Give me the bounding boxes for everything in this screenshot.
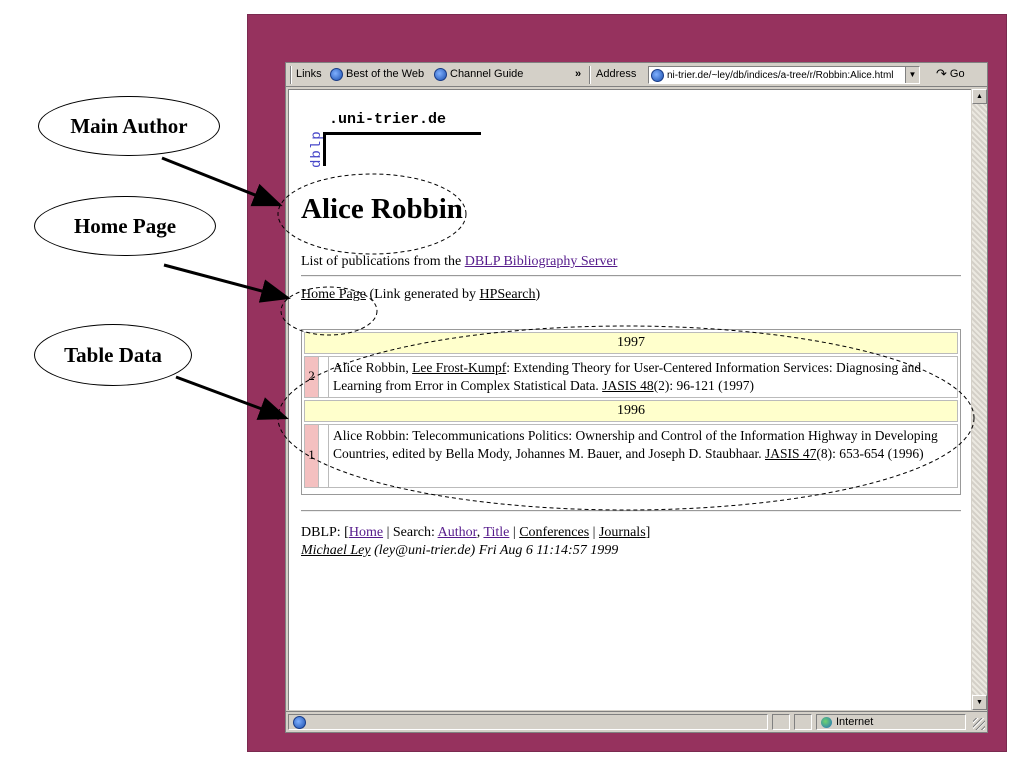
address-label: Address bbox=[596, 68, 637, 80]
publications-table: 1997 2 Alice Robbin, Lee Frost-Kumpf: Ex… bbox=[301, 329, 961, 495]
footer-maintainer: Michael Ley (ley@uni-trier.de) Fri Aug 6… bbox=[301, 543, 619, 558]
logo-horizontal-bar bbox=[323, 132, 481, 135]
logo-vertical-bar bbox=[323, 132, 326, 166]
best-of-web-link[interactable]: Best of the Web bbox=[330, 67, 424, 81]
footer-journals-link[interactable]: Journals bbox=[599, 525, 646, 540]
hpsearch-link[interactable]: HPSearch bbox=[479, 287, 535, 302]
status-pane bbox=[794, 714, 812, 730]
links-address-toolbar: Links Best of the Web Channel Guide » Ad… bbox=[286, 63, 987, 87]
footer-conferences-link[interactable]: Conferences bbox=[519, 525, 589, 540]
publication-list-intro: List of publications from the DBLP Bibli… bbox=[301, 254, 617, 270]
table-row: 2 Alice Robbin, Lee Frost-Kumpf: Extendi… bbox=[304, 356, 958, 398]
year-header-1997: 1997 bbox=[304, 332, 958, 354]
security-zone-pane: Internet bbox=[816, 714, 966, 730]
scroll-down-button[interactable]: ▼ bbox=[972, 695, 987, 710]
globe-icon bbox=[821, 716, 832, 728]
page-content: dblp .uni-trier.de Alice Robbin List of … bbox=[288, 89, 971, 710]
go-button[interactable]: ↷ Go bbox=[936, 67, 965, 81]
divider bbox=[301, 275, 961, 277]
address-dropdown-button[interactable]: ▼ bbox=[905, 67, 919, 83]
dblp-logo[interactable]: dblp .uni-trier.de bbox=[309, 110, 509, 170]
intro-text: List of publications from the bbox=[301, 254, 465, 269]
home-page-link[interactable]: Home Page bbox=[301, 287, 366, 302]
status-pane bbox=[772, 714, 790, 730]
logo-domain-text: .uni-trier.de bbox=[329, 111, 447, 128]
logo-vertical-text: dblp bbox=[309, 130, 325, 168]
pub-spacer-cell bbox=[319, 357, 329, 397]
journal-link[interactable]: JASIS 48 bbox=[602, 378, 653, 393]
divider bbox=[301, 510, 961, 512]
publication-entry: Alice Robbin: Telecommunications Politic… bbox=[333, 428, 938, 461]
ie-page-icon bbox=[330, 67, 343, 81]
ie-page-icon bbox=[651, 68, 664, 82]
status-bar: Internet bbox=[286, 711, 987, 732]
home-page-note: (Link generated by bbox=[365, 287, 480, 302]
toolbar-grip[interactable] bbox=[290, 66, 292, 84]
home-page-callout: Home Page bbox=[34, 196, 216, 256]
home-page-note-end: ) bbox=[535, 287, 541, 302]
footer-home-link[interactable]: Home bbox=[349, 525, 383, 540]
ie-page-icon bbox=[293, 715, 306, 729]
pub-number: 2 bbox=[305, 357, 319, 397]
resize-grip-icon[interactable] bbox=[973, 718, 985, 730]
page-footer: DBLP: [Home | Search: Author, Title | Co… bbox=[301, 524, 650, 560]
ie-page-icon bbox=[434, 67, 447, 81]
status-text-pane bbox=[288, 714, 768, 730]
footer-title-search-link[interactable]: Title bbox=[483, 525, 509, 540]
browser-window: Links Best of the Web Channel Guide » Ad… bbox=[285, 62, 988, 733]
maintainer-link[interactable]: Michael Ley bbox=[301, 543, 371, 558]
main-author-callout: Main Author bbox=[38, 96, 220, 156]
scroll-up-button[interactable]: ▲ bbox=[972, 89, 987, 104]
page-title: Alice Robbin bbox=[301, 193, 463, 225]
coauthor-link[interactable]: Lee Frost-Kumpf bbox=[412, 360, 506, 375]
publication-entry: Alice Robbin, Lee Frost-Kumpf: Extending… bbox=[333, 360, 922, 393]
table-data-callout: Table Data bbox=[34, 324, 192, 386]
footer-nav: DBLP: [Home | Search: Author, Title | Co… bbox=[301, 525, 651, 540]
more-links-chevron[interactable]: » bbox=[575, 67, 581, 81]
links-label[interactable]: Links bbox=[296, 67, 322, 81]
pub-spacer-cell bbox=[319, 425, 329, 487]
go-arrow-icon: ↷ bbox=[936, 66, 947, 81]
vertical-scrollbar[interactable]: ▲ ▼ bbox=[972, 89, 987, 710]
year-header-1996: 1996 bbox=[304, 400, 958, 422]
dblp-server-link[interactable]: DBLP Bibliography Server bbox=[465, 254, 618, 269]
table-row: 1 Alice Robbin: Telecommunications Polit… bbox=[304, 424, 958, 488]
journal-link[interactable]: JASIS 47 bbox=[765, 446, 816, 461]
address-bar-input[interactable]: ni-trier.de/~ley/db/indices/a-tree/r/Rob… bbox=[648, 66, 920, 84]
footer-author-search-link[interactable]: Author bbox=[438, 525, 477, 540]
pub-number: 1 bbox=[305, 425, 319, 487]
toolbar-grip[interactable] bbox=[589, 66, 591, 84]
home-page-line: Home Page (Link generated by HPSearch) bbox=[301, 287, 540, 303]
channel-guide-link[interactable]: Channel Guide bbox=[434, 67, 523, 81]
